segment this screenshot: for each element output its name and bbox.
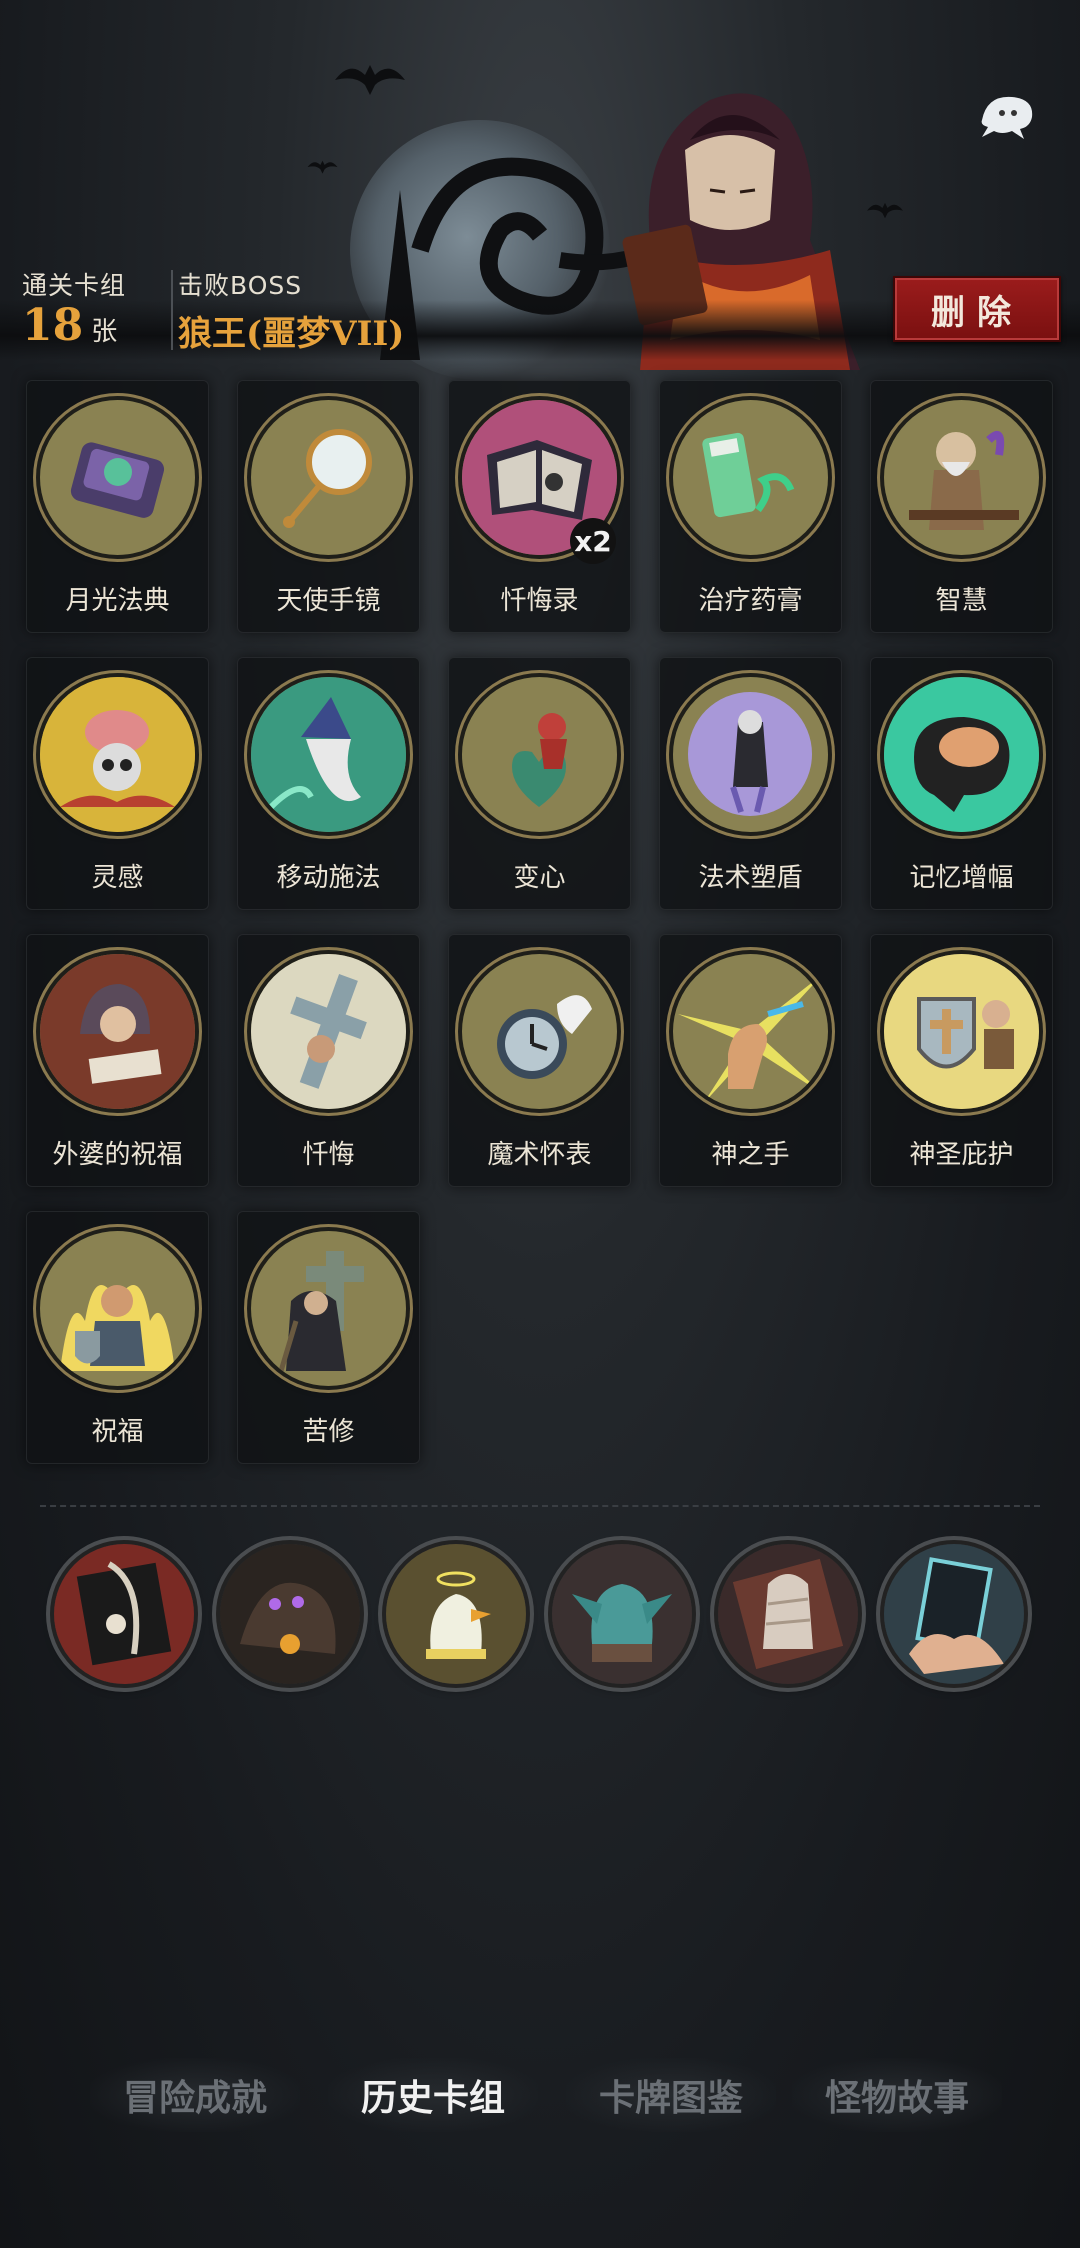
- hand-of-god-icon: [673, 954, 828, 1109]
- grandma-blessing-icon: [40, 954, 195, 1109]
- ghost-icon[interactable]: [972, 85, 1042, 145]
- section-divider: [40, 1505, 1040, 1507]
- torn-card-hand-relic-icon[interactable]: [884, 1544, 1024, 1684]
- boss-name: 狼王(噩梦VII): [178, 314, 405, 354]
- bat-icon: [335, 65, 405, 95]
- tab-history-deck[interactable]: 历史卡组: [328, 2058, 538, 2132]
- card-name: 治疗药膏: [698, 586, 803, 616]
- change-of-heart-icon: [462, 677, 617, 832]
- card-name: 法术塑盾: [698, 863, 803, 893]
- card-repentance[interactable]: 忏悔: [237, 934, 420, 1187]
- card-angel-mirror[interactable]: 天使手镜: [237, 380, 420, 633]
- card-name: 移动施法: [276, 863, 381, 893]
- card-moonlight-codex[interactable]: 月光法典: [26, 380, 209, 633]
- moonlight-codex-icon: [40, 400, 195, 555]
- card-wisdom[interactable]: 智慧: [870, 380, 1053, 633]
- pirate-flag-relic-icon[interactable]: [54, 1544, 194, 1684]
- card-holy-protection[interactable]: 神圣庇护: [870, 934, 1053, 1187]
- holy-protection-icon: [884, 954, 1039, 1109]
- card-name: 灵感: [91, 863, 144, 893]
- wrapped-mummy-relic-icon[interactable]: [718, 1544, 858, 1684]
- tab-monster-stories[interactable]: 怪物故事: [792, 2058, 1002, 2132]
- card-name: 月光法典: [65, 586, 170, 616]
- angel-mirror-icon: [251, 400, 406, 555]
- card-name: 智慧: [935, 586, 988, 616]
- healing-ointment-icon: [673, 400, 828, 555]
- card-name: 忏悔录: [500, 586, 579, 616]
- boss-label: 击败BOSS: [178, 271, 303, 300]
- boss-stat: 击败BOSS 狼王(噩梦VII): [178, 266, 404, 355]
- repentance-icon: [251, 954, 406, 1109]
- magic-pocket-watch-icon: [462, 954, 617, 1109]
- tab-card-codex[interactable]: 卡牌图鉴: [566, 2058, 776, 2132]
- wisdom-icon: [884, 400, 1039, 555]
- card-name: 祝福: [91, 1417, 144, 1447]
- inspiration-icon: [40, 677, 195, 832]
- tab-achievements[interactable]: 冒险成就: [90, 2058, 300, 2132]
- blessing-icon: [40, 1231, 195, 1386]
- card-confession-book[interactable]: x2 忏悔录: [448, 380, 631, 633]
- card-penance[interactable]: 苦修: [237, 1211, 420, 1464]
- count-badge: x2: [570, 518, 616, 564]
- card-name: 神圣庇护: [909, 1140, 1014, 1170]
- delete-button[interactable]: 删除: [893, 276, 1061, 342]
- memory-boost-icon: [884, 677, 1039, 832]
- deck-unit: 张: [91, 317, 118, 347]
- penance-icon: [251, 1231, 406, 1386]
- card-healing-ointment[interactable]: 治疗药膏: [659, 380, 842, 633]
- angel-duck-relic-icon[interactable]: [386, 1544, 526, 1684]
- card-magic-pocket-watch[interactable]: 魔术怀表: [448, 934, 631, 1187]
- deck-stat: 通关卡组 18 张: [22, 266, 126, 351]
- deck-label: 通关卡组: [22, 271, 127, 300]
- card-hand-of-god[interactable]: 神之手: [659, 934, 842, 1187]
- card-grandma-blessing[interactable]: 外婆的祝福: [26, 934, 209, 1187]
- card-name: 神之手: [711, 1140, 790, 1170]
- card-name: 苦修: [302, 1417, 355, 1447]
- deck-count: 18: [22, 300, 84, 351]
- spell-shield-icon: [673, 677, 828, 832]
- mobile-casting-icon: [251, 677, 406, 832]
- stat-divider: [171, 270, 173, 350]
- card-memory-boost[interactable]: 记忆增幅: [870, 657, 1053, 910]
- card-spell-shield[interactable]: 法术塑盾: [659, 657, 842, 910]
- card-grid: 月光法典 天使手镜 x2 忏悔录 治疗药膏 智慧 灵感 移动施法 变心 法术塑盾…: [26, 380, 1056, 1464]
- card-name: 记忆增幅: [909, 863, 1014, 893]
- card-inspiration[interactable]: 灵感: [26, 657, 209, 910]
- card-name: 外婆的祝福: [52, 1140, 183, 1170]
- shadow-beast-relic-icon[interactable]: [220, 1544, 360, 1684]
- card-mobile-casting[interactable]: 移动施法: [237, 657, 420, 910]
- bat-icon: [307, 160, 338, 174]
- card-name: 天使手镜: [276, 586, 381, 616]
- card-blessing[interactable]: 祝福: [26, 1211, 209, 1464]
- card-change-of-heart[interactable]: 变心: [448, 657, 631, 910]
- stone-gargoyle-relic-icon[interactable]: [552, 1544, 692, 1684]
- relic-row: [52, 1544, 1032, 1690]
- card-name: 变心: [513, 863, 566, 893]
- card-name: 魔术怀表: [487, 1140, 592, 1170]
- card-name: 忏悔: [302, 1140, 355, 1170]
- bottom-nav: 冒险成就 历史卡组 卡牌图鉴 怪物故事: [0, 2058, 1080, 2132]
